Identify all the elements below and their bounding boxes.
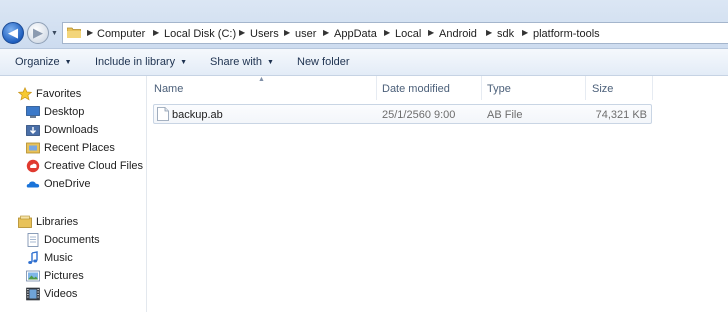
breadcrumb-separator-icon[interactable]: ▶: [384, 26, 390, 40]
nav-item-label: Music: [44, 252, 73, 264]
column-header-type[interactable]: Type: [487, 82, 511, 96]
breadcrumb-separator-icon[interactable]: ▶: [239, 26, 245, 40]
column-divider[interactable]: [652, 76, 653, 100]
arrow-right-icon: ▶: [33, 25, 43, 40]
file-type: AB File: [487, 109, 523, 121]
column-divider[interactable]: [376, 76, 377, 100]
onedrive-cloud-icon: [26, 181, 40, 188]
column-header-name[interactable]: Name: [154, 82, 183, 96]
file-name: backup.ab: [172, 109, 223, 121]
new-folder-button[interactable]: New folder: [297, 55, 350, 69]
column-divider[interactable]: [585, 76, 586, 100]
desktop-icon: [26, 106, 40, 118]
nav-item-label: Desktop: [44, 106, 85, 118]
column-header-date-modified[interactable]: Date modified: [382, 82, 450, 96]
share-with-label: Share with: [210, 56, 262, 68]
downloads-icon: [26, 125, 40, 136]
chevron-down-icon: ▼: [266, 59, 274, 66]
star-icon: [18, 87, 32, 101]
nav-libraries-label: Libraries: [36, 216, 79, 228]
breadcrumb-platform-tools[interactable]: platform-tools: [533, 27, 600, 41]
breadcrumb-appdata[interactable]: AppData: [334, 27, 377, 41]
breadcrumb-separator-icon[interactable]: ▶: [87, 26, 93, 40]
breadcrumb-local[interactable]: Local: [395, 27, 421, 41]
libraries-icon: [18, 215, 32, 228]
share-with-button[interactable]: Share with ▼: [210, 55, 274, 71]
file-list-pane: ▲ Name Date modified Type Size backup.ab…: [147, 76, 728, 312]
nav-item-label: Pictures: [44, 270, 84, 282]
folder-icon: [67, 27, 81, 38]
generic-file-icon: [157, 107, 169, 121]
address-box[interactable]: ▶ Computer ▶ Local Disk (C:) ▶ Users ▶ u…: [62, 22, 728, 44]
breadcrumb-sdk[interactable]: sdk: [497, 27, 514, 41]
breadcrumb-separator-icon[interactable]: ▶: [153, 26, 159, 40]
sort-ascending-icon: ▲: [258, 76, 265, 83]
breadcrumb-separator-icon[interactable]: ▶: [323, 26, 329, 40]
breadcrumb-users[interactable]: Users: [250, 27, 279, 41]
breadcrumb-user[interactable]: user: [295, 27, 316, 41]
nav-item-label: Downloads: [44, 124, 99, 136]
breadcrumb-separator-icon[interactable]: ▶: [522, 26, 528, 40]
organize-button[interactable]: Organize ▼: [15, 55, 72, 71]
chevron-down-icon: ▼: [64, 59, 72, 66]
pictures-icon: [26, 270, 40, 282]
breadcrumb-separator-icon[interactable]: ▶: [428, 26, 434, 40]
breadcrumb-separator-icon[interactable]: ▶: [486, 26, 492, 40]
nav-favorites-label: Favorites: [36, 88, 82, 100]
recent-locations-dropdown[interactable]: ▼: [51, 30, 59, 38]
breadcrumb-computer[interactable]: Computer: [97, 27, 145, 41]
file-date-modified: 25/1/2560 9:00: [382, 109, 456, 121]
address-bar-area: ◀ ▶ ▼ ▶ Computer ▶ Local Disk (C:) ▶ Use…: [0, 0, 728, 49]
organize-label: Organize: [15, 56, 60, 68]
nav-item-label: Recent Places: [44, 142, 115, 154]
table-row[interactable]: backup.ab 25/1/2560 9:00 AB File 74,321 …: [153, 104, 652, 124]
breadcrumb-local-disk[interactable]: Local Disk (C:): [164, 27, 236, 41]
back-button[interactable]: ◀: [2, 22, 24, 44]
column-divider[interactable]: [481, 76, 482, 100]
nav-item-label: Documents: [44, 234, 100, 246]
creative-cloud-icon: [26, 159, 40, 173]
forward-button[interactable]: ▶: [27, 22, 49, 44]
column-header-size[interactable]: Size: [592, 82, 613, 96]
command-bar: Organize ▼ Include in library ▼ Share with…: [0, 49, 728, 76]
include-in-library-button[interactable]: Include in library ▼: [95, 55, 187, 71]
file-size: 74,321 KB: [595, 109, 647, 121]
music-note-icon: [28, 251, 38, 264]
new-folder-label: New folder: [297, 56, 350, 68]
navigation-pane: Favorites Desktop Downloads Recent Place…: [0, 76, 147, 312]
nav-item-label: OneDrive: [44, 178, 91, 190]
nav-item-label: Creative Cloud Files: [44, 160, 144, 172]
chevron-down-icon: ▼: [51, 30, 58, 37]
include-in-library-label: Include in library: [95, 56, 176, 68]
documents-icon: [27, 233, 39, 247]
videos-film-icon: [26, 287, 40, 301]
chevron-down-icon: ▼: [180, 59, 188, 66]
breadcrumb-android[interactable]: Android: [439, 27, 477, 41]
breadcrumb-separator-icon[interactable]: ▶: [284, 26, 290, 40]
recent-places-icon: [26, 142, 40, 154]
arrow-left-icon: ◀: [8, 25, 18, 40]
nav-item-label: Videos: [44, 288, 78, 300]
